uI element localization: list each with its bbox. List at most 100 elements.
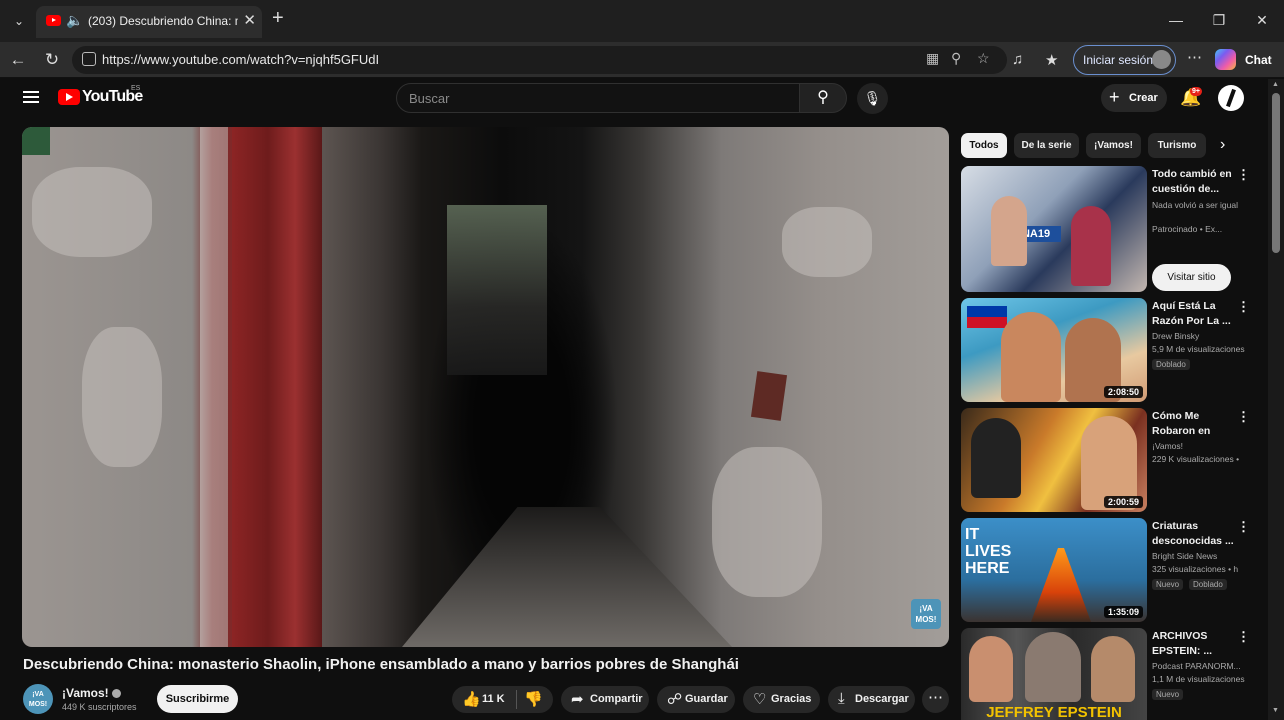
url-text[interactable]: https://www.youtube.com/watch?v=njqhf5GF… [102,52,379,67]
search-input[interactable] [409,89,779,107]
youtube-logo-icon[interactable] [58,89,80,105]
video-frame-electric-box [750,371,788,421]
extensions-icon[interactable]: ♫ [1012,51,1023,68]
search-button[interactable]: ⚲ [799,83,847,113]
window-close-icon[interactable]: ✕ [1250,9,1274,31]
browser-tab-bar: ⌄ 🔈 (203) Descubriendo China: monasterio… [0,0,1284,42]
recommendation-item[interactable]: 2:00:59 Cómo Me Robaron en Sã... ¡Vamos!… [961,408,1261,512]
tab-list-chevron-down-icon[interactable]: ⌄ [8,10,30,32]
video-frame-wall-patch [712,447,822,597]
zoom-icon[interactable]: ⚲ [951,50,961,67]
recommendation-meta: 229 K visualizaciones • [1152,454,1240,464]
share-icon: ➦ [571,691,584,708]
page-scrollbar[interactable]: ▲ ▼ [1268,79,1284,720]
more-vertical-icon[interactable]: ⋮ [1237,299,1250,315]
search-box[interactable] [396,83,800,113]
browser-tab-active[interactable]: 🔈 (203) Descubriendo China: monasterio S… [36,6,262,38]
scroll-up-arrow-icon[interactable]: ▲ [1272,81,1279,88]
chip-de-la-serie[interactable]: De la serie [1014,133,1079,158]
recommendation-title[interactable]: Criaturas desconocidas ... [1152,519,1234,549]
recommendation-item[interactable]: 2:08:50 Aquí Está La Razón Por La ... Dr… [961,298,1261,402]
minimize-icon[interactable]: — [1164,9,1188,31]
thumbs-up-icon[interactable]: 👍 [462,690,481,708]
address-bar[interactable]: https://www.youtube.com/watch?v=njqhf5GF… [72,46,1007,74]
tab-close-icon[interactable]: ✕ [243,11,256,29]
back-arrow-icon[interactable]: ← [6,48,30,72]
scrollbar-thumb[interactable] [1272,93,1280,253]
save-label: Guardar [685,693,728,705]
recommendation-title[interactable]: Todo cambió en cuestión de... [1152,167,1234,197]
hamburger-menu-icon[interactable] [23,91,39,103]
refresh-icon[interactable]: ↻ [40,48,64,72]
video-player[interactable]: ¡VA MOS! [22,127,949,647]
chip-todos[interactable]: Todos [961,133,1007,158]
save-button[interactable]: ☍ Guardar [657,686,735,713]
recommendation-item[interactable]: JEFFREY EPSTEIN ARCHIVOS EPSTEIN: ... Po… [961,628,1261,720]
recommendation-thumbnail[interactable]: JEFFREY EPSTEIN [961,628,1147,720]
subscriber-count: 449 K suscriptores [62,702,137,712]
channel-name-link[interactable]: ¡Vamos! [62,686,121,700]
chip-vamos[interactable]: ¡Vamos! [1086,133,1141,158]
more-vertical-icon[interactable]: ⋮ [1237,409,1250,425]
speaker-icon[interactable]: 🔈 [66,12,83,29]
recommendation-title[interactable]: Cómo Me Robaron en Sã... [1152,409,1234,439]
site-info-icon[interactable] [82,52,96,66]
channel-watermark[interactable]: ¡VA MOS! [911,599,941,629]
thanks-label: Gracias [771,693,812,705]
philippines-flag-icon [967,306,1007,328]
video-frame-wall-patch [782,207,872,277]
recommendation-channel[interactable]: ¡Vamos! [1152,441,1247,451]
more-actions-button[interactable]: ⋯ [922,686,949,713]
recommendation-channel[interactable]: Podcast PARANORM... [1152,661,1247,671]
recommendation-title[interactable]: Aquí Está La Razón Por La ... [1152,299,1234,329]
more-vertical-icon[interactable]: ⋮ [1237,519,1250,535]
video-frame-floor [402,507,732,647]
download-button[interactable]: ⤓ Descargar [828,686,915,713]
create-button[interactable]: + Crear [1101,84,1167,112]
copilot-icon [1215,49,1236,70]
channel-name: ¡Vamos! [62,686,109,700]
more-vertical-icon[interactable]: ⋮ [1237,167,1250,183]
recommendation-channel[interactable]: Drew Binsky [1152,331,1247,341]
dubbed-badge: Doblado [1189,579,1227,590]
visit-site-button[interactable]: Visitar sitio [1152,264,1231,291]
thumbs-down-icon[interactable]: 👎 [524,690,543,708]
voice-search-button[interactable]: 🎙 [857,83,888,114]
favorite-star-icon[interactable]: ☆ [977,50,990,67]
maximize-icon[interactable]: ❐ [1207,9,1231,31]
scroll-down-arrow-icon[interactable]: ▼ [1272,707,1279,714]
youtube-favicon-icon [46,15,61,26]
new-tab-plus-icon[interactable]: + [272,7,284,30]
chip-turismo[interactable]: Turismo [1148,133,1206,158]
recommendation-thumbnail[interactable]: 2:00:59 [961,408,1147,512]
recommendation-meta: 1,1 M de visualizaciones [1152,674,1245,684]
tab-title: (203) Descubriendo China: monasterio Sha… [88,14,238,28]
recommendation-title[interactable]: ARCHIVOS EPSTEIN: ... [1152,629,1234,659]
search-icon: ⚲ [817,89,829,106]
recommendation-thumbnail[interactable]: NA19 [961,166,1147,292]
thumbnail-person [971,418,1021,498]
more-menu-icon[interactable]: ⋯ [1187,48,1202,66]
more-vertical-icon[interactable]: ⋮ [1237,629,1250,645]
recommendation-channel[interactable]: Bright Side News [1152,551,1247,561]
thumbnail-caption: IT LIVES HERE [965,526,1012,577]
new-badge: Nuevo [1152,579,1184,590]
thumbnail-person [1025,632,1081,702]
chips-next-chevron-icon[interactable]: › [1220,136,1225,154]
like-count[interactable]: 11 K [482,693,505,705]
thumbnail-person [1091,636,1135,702]
account-avatar[interactable] [1218,85,1244,111]
recommendation-item[interactable]: IT LIVES HERE 1:35:09 Criaturas desconoc… [961,518,1261,622]
recommendation-thumbnail[interactable]: 2:08:50 [961,298,1147,402]
thanks-button[interactable]: ♡ Gracias [743,686,820,713]
share-button[interactable]: ➦ Compartir [561,686,649,713]
favorites-icon[interactable]: ★ [1045,51,1058,69]
channel-avatar[interactable]: ¡VA MOS! [23,684,53,714]
subscribe-button[interactable]: Suscribirme [157,685,238,713]
signin-button[interactable]: Iniciar sesión [1073,45,1176,75]
app-available-icon[interactable]: ▦ [926,50,939,67]
video-frame-detail [22,127,50,155]
thumbnail-person [991,196,1027,266]
recommendation-item-sponsored[interactable]: NA19 Todo cambió en cuestión de... Nada … [961,166,1261,294]
recommendation-thumbnail[interactable]: IT LIVES HERE 1:35:09 [961,518,1147,622]
